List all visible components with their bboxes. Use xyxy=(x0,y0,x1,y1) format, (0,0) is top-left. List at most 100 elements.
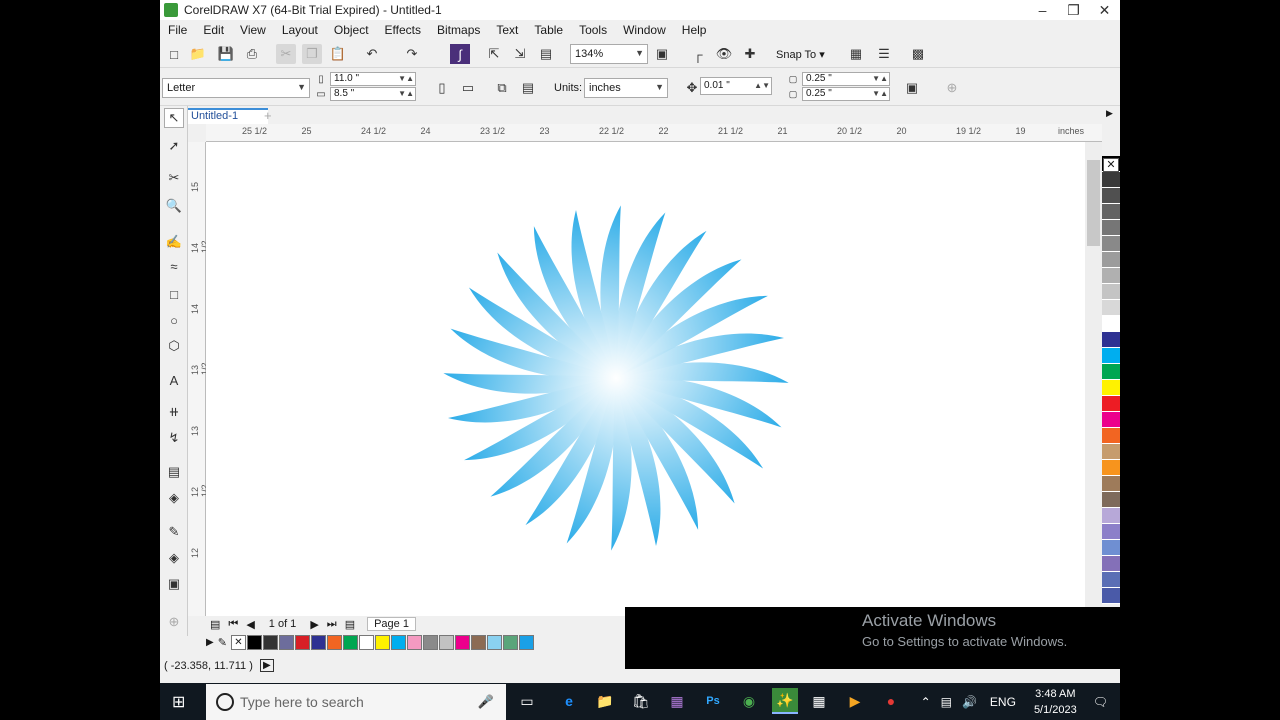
document-palette-swatch[interactable] xyxy=(486,634,502,650)
document-palette-swatch[interactable] xyxy=(262,634,278,650)
document-palette-swatch[interactable] xyxy=(470,634,486,650)
new-document-icon[interactable]: □ xyxy=(164,44,184,64)
palette-swatch[interactable] xyxy=(1102,220,1120,236)
notifications-icon[interactable]: 🗨 xyxy=(1093,695,1108,709)
all-pages-icon[interactable]: ⧉ xyxy=(492,78,512,98)
search-content-icon[interactable]: ∫ xyxy=(450,44,470,64)
view-icon[interactable]: 👁 xyxy=(714,44,734,64)
page-height-field[interactable]: 8.5 " ▼▲ xyxy=(330,87,416,101)
menu-help[interactable]: Help xyxy=(682,23,707,37)
volume-icon[interactable]: 🔊 xyxy=(962,695,977,709)
connector-tool-icon[interactable]: ↯ xyxy=(164,428,184,448)
paste-icon[interactable]: 📋 xyxy=(328,44,348,64)
document-palette-swatch[interactable] xyxy=(390,634,406,650)
transparency-icon[interactable]: ◈ xyxy=(164,488,184,508)
pick-tool-icon[interactable]: ↖ xyxy=(164,108,184,128)
menu-bitmaps[interactable]: Bitmaps xyxy=(437,23,480,37)
palette-swatch[interactable] xyxy=(1102,188,1120,204)
palette-swatch[interactable] xyxy=(1102,236,1120,252)
save-icon[interactable]: 💾 xyxy=(216,44,236,64)
palette-swatch[interactable] xyxy=(1102,572,1120,588)
document-palette-swatch[interactable] xyxy=(310,634,326,650)
menu-effects[interactable]: Effects xyxy=(385,23,421,37)
palette-swatch[interactable] xyxy=(1102,316,1120,332)
palette-swatch[interactable] xyxy=(1102,396,1120,412)
duplicate-x-field[interactable]: 0.25 " ▼▲ xyxy=(802,72,890,86)
smart-fill-icon[interactable]: ▣ xyxy=(164,574,184,594)
calculator-icon[interactable]: ▦ xyxy=(806,688,832,714)
first-page-icon[interactable]: ⏮ xyxy=(228,618,238,631)
vertical-scrollbar[interactable] xyxy=(1085,142,1102,616)
edge-icon[interactable]: e xyxy=(556,688,582,714)
portrait-icon[interactable]: ▯ xyxy=(432,78,452,98)
cut-icon[interactable]: ✂ xyxy=(276,44,296,64)
no-color-swatch[interactable]: ✕ xyxy=(230,634,246,650)
taskbar-search[interactable]: Type here to search 🎤 xyxy=(206,684,506,720)
freehand-tool-icon[interactable]: ✍ xyxy=(164,232,184,252)
palette-swatch[interactable] xyxy=(1102,492,1120,508)
palette-swatch[interactable] xyxy=(1102,284,1120,300)
last-page-icon[interactable]: ⏭ xyxy=(327,618,337,631)
tab-untitled-1[interactable]: Untitled-1 xyxy=(188,108,268,124)
store-icon[interactable]: 🛍 xyxy=(628,688,654,714)
next-page-icon[interactable]: ▶ xyxy=(310,618,318,631)
palette-swatch[interactable] xyxy=(1102,444,1120,460)
no-color-swatch[interactable]: ✕ xyxy=(1103,158,1119,172)
palette-swatch[interactable] xyxy=(1102,460,1120,476)
status-menu-icon[interactable]: ▶ xyxy=(260,659,274,672)
palette-swatch[interactable] xyxy=(1102,428,1120,444)
palette-swatch[interactable] xyxy=(1102,172,1120,188)
current-page-icon[interactable]: ▤ xyxy=(518,78,538,98)
text-tool-icon[interactable]: A xyxy=(164,370,184,390)
show-rulers-icon[interactable]: ┌ xyxy=(688,44,708,64)
polygon-tool-icon[interactable]: ⬡ xyxy=(164,336,184,356)
premiere-icon[interactable]: ▦ xyxy=(664,688,690,714)
menu-text[interactable]: Text xyxy=(496,23,518,37)
crop-tool-icon[interactable]: ✂ xyxy=(164,168,184,188)
page-width-field[interactable]: 11.0 " ▼▲ xyxy=(330,72,416,86)
chrome-icon[interactable]: ◉ xyxy=(736,688,762,714)
copy-icon[interactable]: ❐ xyxy=(302,44,322,64)
tray-chevron-icon[interactable]: ⌃ xyxy=(921,695,931,709)
zoom-levels-select[interactable]: 134% ▼ xyxy=(570,44,648,64)
palette-swatch[interactable] xyxy=(1102,540,1120,556)
language-indicator[interactable]: ENG xyxy=(990,695,1016,709)
drawing-canvas[interactable] xyxy=(206,142,1102,616)
restore-icon[interactable]: ❐ xyxy=(1058,0,1089,20)
palette-swatch[interactable] xyxy=(1102,332,1120,348)
media-player-icon[interactable]: ▶ xyxy=(842,688,868,714)
document-palette-swatch[interactable] xyxy=(422,634,438,650)
zoom-tool-icon[interactable]: 🔍 xyxy=(164,196,184,216)
recorder-icon[interactable]: ● xyxy=(878,688,904,714)
spiral-flower-artwork[interactable] xyxy=(206,142,1102,616)
tab-page-1[interactable]: Page 1 xyxy=(367,617,416,631)
menu-table[interactable]: Table xyxy=(534,23,563,37)
document-palette-swatch[interactable] xyxy=(518,634,534,650)
guidelines-icon[interactable]: ✚ xyxy=(740,44,760,64)
menu-view[interactable]: View xyxy=(240,23,266,37)
page-size-select[interactable]: Letter ▼ xyxy=(162,78,310,98)
eyedropper-small-icon[interactable]: ✎ xyxy=(218,636,227,649)
add-tool-icon[interactable]: ⊕ xyxy=(164,612,184,632)
scrollbar-thumb[interactable] xyxy=(1087,160,1100,246)
duplicate-y-field[interactable]: 0.25 " ▼▲ xyxy=(802,87,890,101)
palette-swatch[interactable] xyxy=(1102,300,1120,316)
nudge-distance-field[interactable]: 0.01 " ▲▼ xyxy=(700,77,772,95)
palette-swatch[interactable] xyxy=(1102,524,1120,540)
document-palette-swatch[interactable] xyxy=(342,634,358,650)
scroll-right-icon[interactable]: ▶ xyxy=(1106,108,1113,119)
document-palette-swatch[interactable] xyxy=(374,634,390,650)
menu-tools[interactable]: Tools xyxy=(579,23,607,37)
menu-object[interactable]: Object xyxy=(334,23,369,37)
publish-pdf-icon[interactable]: ▤ xyxy=(536,44,556,64)
menu-layout[interactable]: Layout xyxy=(282,23,318,37)
previous-page-icon[interactable]: ◀ xyxy=(246,618,254,631)
document-palette-swatch[interactable] xyxy=(294,634,310,650)
units-select[interactable]: inches ▼ xyxy=(584,78,668,98)
options-icon[interactable]: ☰ xyxy=(874,44,894,64)
page-options-icon[interactable]: ▤ xyxy=(210,618,220,631)
palette-swatch[interactable] xyxy=(1102,268,1120,284)
palette-swatch[interactable] xyxy=(1102,364,1120,380)
artistic-media-icon[interactable]: ≈ xyxy=(164,256,184,276)
landscape-icon[interactable]: ▭ xyxy=(458,78,478,98)
